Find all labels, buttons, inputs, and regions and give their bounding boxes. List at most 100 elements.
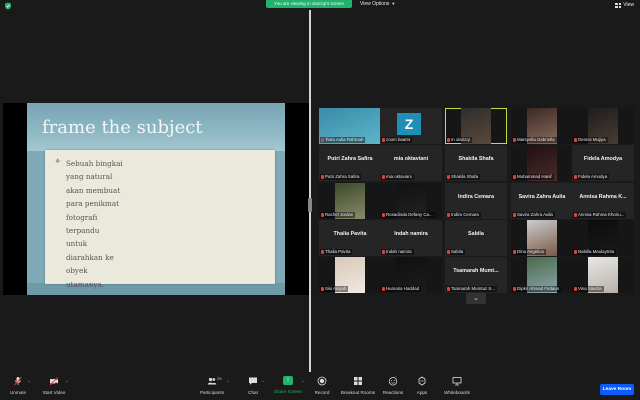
microphone-muted-icon: [447, 250, 450, 254]
microphone-muted-icon: [382, 250, 385, 254]
participant-tile[interactable]: Nabilla Maulaytrita: [572, 220, 634, 256]
participant-name-label: zoom baa04: [381, 137, 413, 143]
participant-tile[interactable]: Fidela Amodya Fidela Amodya: [572, 145, 634, 181]
view-button[interactable]: View: [615, 1, 634, 9]
record-button[interactable]: Record: [313, 376, 331, 400]
chat-label: Chat: [248, 390, 258, 395]
participant-name-label: Indira Cemara: [446, 212, 481, 218]
participant-tile[interactable]: mia oktaviani mia oktaviani: [380, 145, 442, 181]
participant-name-text: Sabila: [451, 249, 464, 254]
participant-tile[interactable]: Vina Savitra: [572, 257, 634, 293]
participant-display-name: Putri Zahra Safira: [327, 156, 373, 162]
unmute-button[interactable]: Unmute ^: [6, 376, 30, 400]
start-video-button[interactable]: Start Video ^: [40, 376, 68, 400]
participant-name-label: Dina Angelica: [512, 249, 546, 255]
participant-display-name: Annisa Rahma K...: [579, 194, 627, 200]
participant-display-name: Thalia Pavita: [333, 231, 367, 237]
participant-tile[interactable]: Shakila Shafa Shakila Shafa: [445, 145, 507, 181]
chevron-up-icon[interactable]: ^: [262, 379, 264, 384]
chevron-up-icon[interactable]: ^: [302, 379, 304, 384]
participant-name-label: m olarizqi: [446, 137, 472, 143]
participant-name-text: zoom baa04: [386, 137, 411, 142]
view-options-button[interactable]: View Options ▼: [360, 0, 395, 8]
split-divider[interactable]: [308, 10, 312, 372]
participants-icon: [207, 377, 217, 385]
participant-name-label: Rachel Jordan: [320, 212, 356, 218]
participant-tile[interactable]: Thalia Pavita Thalia Pavita: [319, 220, 381, 256]
chevron-up-icon[interactable]: ^: [227, 379, 229, 384]
divider-drag-handle[interactable]: [308, 198, 312, 212]
participants-count-badge: 29: [217, 376, 222, 381]
microphone-muted-icon: [382, 175, 385, 179]
slide-title: frame the subject: [42, 117, 203, 138]
participant-tile[interactable]: Annisa Rahma K... Annisa Rahma Khoiru...: [572, 183, 634, 219]
participant-tile[interactable]: Zzoom baa04: [380, 108, 442, 144]
bullet-icon: ❖: [55, 159, 61, 165]
share-screen-button[interactable]: ↑ Share Screen ^: [274, 376, 304, 400]
participant-tile[interactable]: Putri Zahra Safira Putri Zahra Safira: [319, 145, 381, 181]
zoom-window: You are viewing m olarizqi's screen View…: [0, 0, 640, 400]
participant-name-text: Putri Zahra Safira: [325, 174, 360, 179]
chevron-up-icon[interactable]: ^: [28, 379, 30, 384]
participant-name-text: Vina Savitra: [578, 286, 602, 291]
participant-name-label: Nabilla Maulaytrita: [573, 249, 617, 255]
top-bar: You are viewing m olarizqi's screen View…: [0, 0, 640, 10]
chevron-up-icon[interactable]: ^: [66, 379, 68, 384]
participant-name-text: Tsamarah Mumtaz S...: [451, 286, 495, 291]
participant-name-text: m olarizqi: [451, 137, 470, 142]
whiteboards-button[interactable]: Whiteboards: [442, 376, 472, 400]
participant-name-label: Savira Zahra Aulia: [512, 212, 555, 218]
shield-icon[interactable]: [4, 2, 12, 10]
participant-tile[interactable]: Dina Angelica: [511, 220, 573, 256]
video-off-icon: [49, 377, 58, 386]
participants-button[interactable]: 29 Participants ^: [197, 376, 229, 400]
participant-tile[interactable]: Sabila Sabila: [445, 220, 507, 256]
unmute-label: Unmute: [9, 390, 27, 395]
participant-display-name: Indah namira: [394, 231, 428, 237]
participant-tile[interactable]: Tiara Aulia Rahmah: [319, 108, 381, 144]
microphone-muted-icon: [574, 213, 577, 217]
participant-name-label: Putri Zahra Safira: [320, 174, 362, 180]
participant-tile[interactable]: Tsamarah Mumt... Tsamarah Mumtaz S...: [445, 257, 507, 293]
participant-name-label: Thalia Pavita: [320, 249, 353, 255]
participant-name-text: Rosadinda Defany Ca...: [386, 212, 433, 217]
participants-label: Participants: [199, 390, 224, 395]
participant-tile[interactable]: Indah namira Indah namira: [380, 220, 442, 256]
participant-name-text: Dipkri Ahmad Firdaus: [517, 286, 559, 291]
view-label: View: [623, 2, 634, 8]
participant-name-text: Rachel Jordan: [325, 212, 354, 217]
participant-name-text: Humaira Haddad: [386, 286, 420, 291]
participant-tile[interactable]: Rosadinda Defany Ca...: [380, 183, 442, 219]
participant-tile[interactable]: Dennis Mujiya: [572, 108, 634, 144]
slide-line: obyek: [66, 266, 88, 276]
participant-tile[interactable]: Humaira Haddad: [380, 257, 442, 293]
shared-screen-area: frame the subject ❖ Sebuah bingkai yang …: [3, 103, 309, 295]
participant-tile[interactable]: Sisi Aisyah: [319, 257, 381, 293]
participant-name-label: Annisa Rahma Khoiru...: [573, 212, 627, 218]
participant-tile[interactable]: Marsyella Gabriella: [511, 108, 573, 144]
slide-line: utamanya.: [66, 279, 105, 289]
participant-tile[interactable]: Muhammad Hanif: [511, 145, 573, 181]
participant-tile[interactable]: Rachel Jordan: [319, 183, 381, 219]
presentation-slide: frame the subject ❖ Sebuah bingkai yang …: [27, 103, 285, 295]
participant-tile[interactable]: Savira Zahra Aulia Savira Zahra Aulia: [511, 183, 573, 219]
breakout-rooms-icon: [354, 377, 362, 385]
chevron-down-icon: ▼: [391, 1, 396, 6]
microphone-muted-icon: [574, 287, 577, 291]
apps-button[interactable]: Apps: [414, 376, 430, 400]
participant-tile[interactable]: m olarizqi: [445, 108, 507, 144]
microphone-muted-icon: [574, 138, 577, 142]
participant-name-label: Rosadinda Defany Ca...: [381, 212, 435, 218]
leave-room-button[interactable]: Leave Room: [600, 384, 634, 395]
gallery-next-page-button[interactable]: ⌄: [466, 293, 486, 304]
participant-name-text: Indira Cemara: [451, 212, 479, 217]
breakout-rooms-button[interactable]: Breakout Rooms: [340, 376, 376, 400]
participant-name-text: Nabilla Maulaytrita: [578, 249, 615, 254]
apps-label: Apps: [416, 390, 428, 395]
participant-tile[interactable]: Dipkri Ahmad Firdaus: [511, 257, 573, 293]
participant-name-text: mia oktaviani: [386, 174, 412, 179]
reactions-button[interactable]: Reactions: [382, 376, 404, 400]
chat-button[interactable]: Chat ^: [244, 376, 264, 400]
participant-tile[interactable]: Indira Cemara Indira Cemara: [445, 183, 507, 219]
participant-name-label: Dipkri Ahmad Firdaus: [512, 286, 561, 292]
